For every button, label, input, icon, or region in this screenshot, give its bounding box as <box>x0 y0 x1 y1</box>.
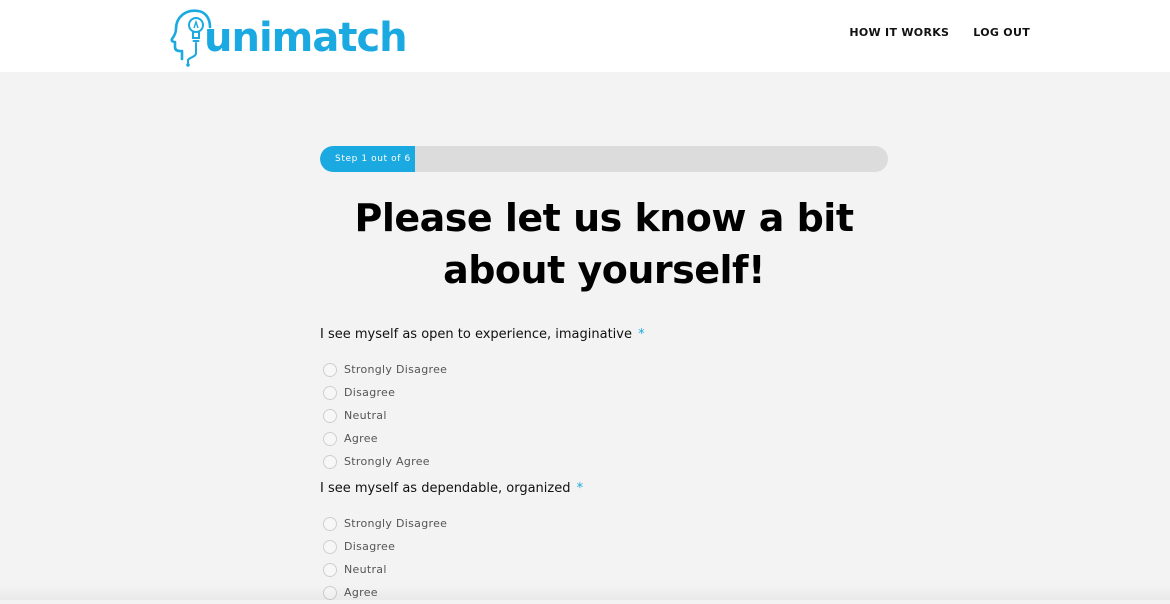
question-text: I see myself as dependable, organized <box>320 481 571 496</box>
radio-button[interactable] <box>323 562 337 577</box>
option-label: Neutral <box>344 563 387 576</box>
nav-how-it-works-link[interactable]: HOW IT WORKS <box>849 26 949 39</box>
option-label: Strongly Agree <box>344 455 430 468</box>
question-dependable-organized: I see myself as dependable, organized * … <box>320 480 888 604</box>
option-label: Neutral <box>344 409 387 422</box>
progress-bar: Step 1 out of 6 <box>320 146 888 172</box>
option-label: Disagree <box>344 540 396 553</box>
required-marker: * <box>576 481 584 496</box>
radio-group: Strongly Disagree Disagree Neutral Agree… <box>320 358 888 473</box>
option-disagree[interactable]: Disagree <box>320 535 888 558</box>
radio-button[interactable] <box>323 362 337 377</box>
unimatch-logo[interactable]: unimatch <box>168 0 408 72</box>
site-header: unimatch HOW IT WORKS LOG OUT <box>0 0 1170 72</box>
option-agree[interactable]: Agree <box>320 581 888 604</box>
radio-button[interactable] <box>323 408 337 423</box>
option-disagree[interactable]: Disagree <box>320 381 888 404</box>
page-title: Please let us know a bit about yourself! <box>354 196 854 292</box>
progress-label: Step 1 out of 6 <box>335 154 411 164</box>
required-marker: * <box>638 327 645 342</box>
radio-button[interactable] <box>323 431 337 446</box>
radio-button[interactable] <box>323 385 337 400</box>
question-open-to-experience: I see myself as open to experience, imag… <box>320 326 888 473</box>
option-strongly-disagree[interactable]: Strongly Disagree <box>320 358 888 381</box>
option-strongly-agree[interactable]: Strongly Agree <box>320 450 888 473</box>
option-label: Agree <box>344 432 378 445</box>
question-label: I see myself as open to experience, imag… <box>320 326 888 344</box>
main-nav: HOW IT WORKS LOG OUT <box>849 26 1030 39</box>
question-text: I see myself as open to experience, imag… <box>320 327 632 342</box>
radio-button[interactable] <box>323 585 337 600</box>
option-label: Disagree <box>344 386 396 399</box>
radio-group: Strongly Disagree Disagree Neutral Agree <box>320 512 888 604</box>
option-label: Agree <box>344 586 378 599</box>
question-label: I see myself as dependable, organized * <box>320 480 888 498</box>
option-neutral[interactable]: Neutral <box>320 404 888 427</box>
progress-bar-fill: Step 1 out of 6 <box>320 146 415 172</box>
option-agree[interactable]: Agree <box>320 427 888 450</box>
radio-button[interactable] <box>323 539 337 554</box>
option-strongly-disagree[interactable]: Strongly Disagree <box>320 512 888 535</box>
option-label: Strongly Disagree <box>344 363 448 376</box>
radio-button[interactable] <box>323 454 337 469</box>
logo-wordmark: unimatch <box>204 15 408 61</box>
radio-button[interactable] <box>323 516 337 531</box>
option-neutral[interactable]: Neutral <box>320 558 888 581</box>
option-label: Strongly Disagree <box>344 517 448 530</box>
nav-log-out-link[interactable]: LOG OUT <box>973 26 1030 39</box>
